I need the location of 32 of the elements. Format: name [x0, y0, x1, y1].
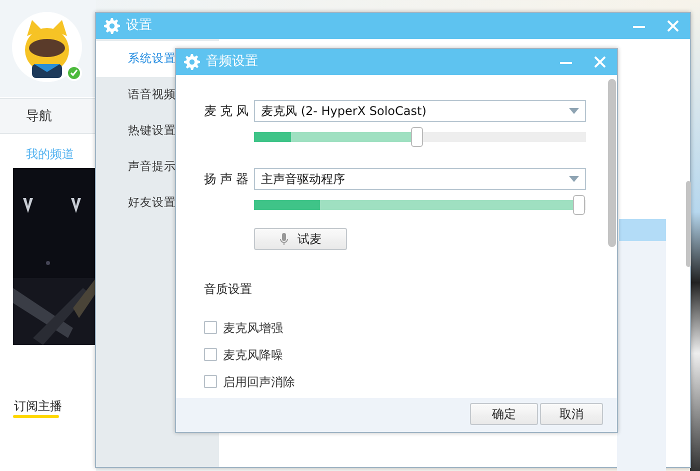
slider-handle[interactable]: [410, 127, 423, 147]
option-label[interactable]: 麦克风增强: [223, 318, 283, 336]
checkbox[interactable]: [204, 375, 217, 388]
settings-icon[interactable]: [184, 54, 200, 70]
scrollbar-thumb[interactable]: [686, 181, 691, 267]
settings-window[interactable]: 设置 系统设置 语音视频 热键设置 声音提示 好友设置 音频设置 麦克风 麦克风 (2- HyperX SoloCast) 扬声器 主声音驱动程序 试麦 音质设置 麦克风增强 麦克风降噪 启用回声消除 确定 取消: [95, 12, 691, 468]
table-body[interactable]: [617, 241, 666, 471]
checkbox[interactable]: [204, 321, 217, 334]
dialog-footer[interactable]: 确定 取消: [176, 398, 617, 432]
option-label[interactable]: 麦克风降噪: [223, 346, 283, 364]
ok-button[interactable]: 确定: [470, 403, 538, 425]
caret-icon[interactable]: [569, 108, 579, 114]
close-icon: [667, 20, 679, 32]
option-label[interactable]: 启用回声消除: [223, 372, 295, 390]
cancel-button[interactable]: 取消: [540, 403, 603, 425]
device-select[interactable]: 主声音驱动程序: [254, 168, 586, 190]
checkbox[interactable]: [204, 348, 217, 361]
table-header[interactable]: [617, 219, 666, 241]
device-select[interactable]: 麦克风 (2- HyperX SoloCast): [254, 100, 586, 122]
microphone-icon[interactable]: [280, 233, 288, 245]
level-meter[interactable]: [254, 200, 320, 210]
level-meter[interactable]: [254, 132, 291, 142]
nav-label[interactable]: 导航: [26, 107, 52, 126]
audio-dialog[interactable]: 音频设置 麦克风 麦克风 (2- HyperX SoloCast) 扬声器 主声音驱动程序 试麦 音质设置 麦克风增强 麦克风降噪 启用回声消除 确定 取消: [175, 48, 618, 433]
settings-icon[interactable]: [104, 18, 120, 34]
subscribe-tab[interactable]: 订阅主播: [14, 397, 62, 415]
caret-icon[interactable]: [569, 176, 579, 182]
slider-handle[interactable]: [573, 195, 586, 215]
tab-underline[interactable]: [13, 415, 59, 418]
close-icon: [594, 56, 606, 68]
test-mic-button[interactable]: 试麦: [254, 228, 347, 250]
scrollbar-thumb[interactable]: [608, 79, 616, 247]
